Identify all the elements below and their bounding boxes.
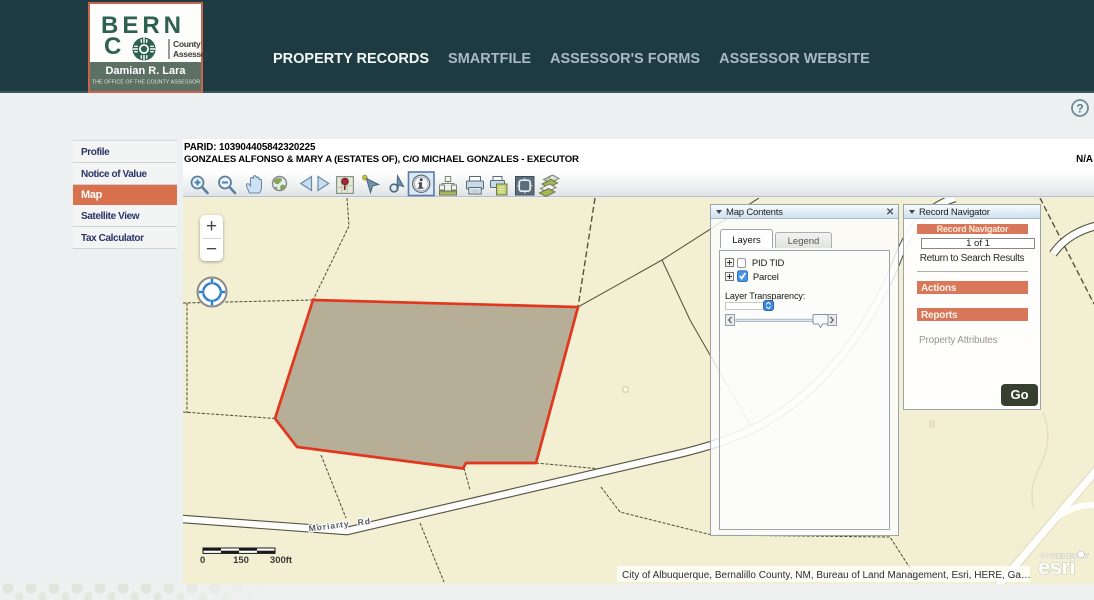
svg-text:150: 150 (233, 555, 249, 566)
svg-text:esri: esri (1038, 555, 1075, 580)
svg-text:?: ? (1076, 102, 1083, 116)
svg-text:300ft: 300ft (270, 555, 293, 566)
svg-text:0: 0 (200, 555, 205, 566)
svg-text:City of Albuquerque, Bernalill: City of Albuquerque, Bernalillo County, … (622, 570, 1031, 581)
